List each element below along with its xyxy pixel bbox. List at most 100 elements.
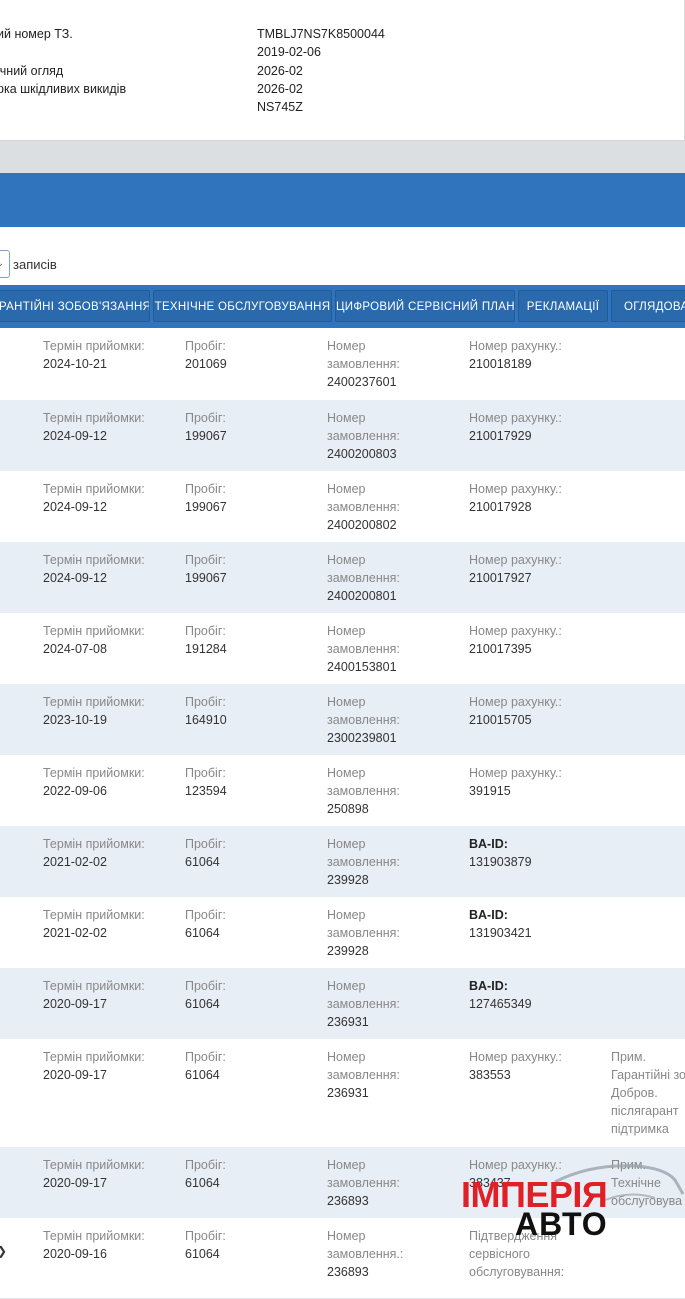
mileage-value: 61064 xyxy=(185,1068,220,1082)
acceptance-date-value: 2021-02-02 xyxy=(43,855,107,869)
order-number-value: 2400153801 xyxy=(327,660,397,674)
chevron-down-icon: ⌄ xyxy=(0,258,5,269)
table-row[interactable]: Термін прийомки: 2020-09-17 Пробіг: 61064 Но… xyxy=(0,968,685,1040)
mileage-value: 201069 xyxy=(185,357,227,371)
order-number-value: 2400237601 xyxy=(327,375,397,389)
acceptance-date-value: 2020-09-17 xyxy=(43,1068,107,1082)
order-number-label: Номер замовлення: xyxy=(327,837,400,869)
order-number-value: 236893 xyxy=(327,1194,369,1208)
table-row[interactable]: Термін прийомки: 2022-09-06 Пробіг: 123594 Н… xyxy=(0,755,685,827)
acceptance-date-value: 2024-09-12 xyxy=(43,571,107,585)
acceptance-date-value: 2020-09-17 xyxy=(43,1176,107,1190)
mileage-label: Пробіг: xyxy=(185,482,226,496)
order-number-label: Номер замовлення.: xyxy=(327,1229,404,1261)
acceptance-date-value: 2024-09-12 xyxy=(43,429,107,443)
acceptance-date-label: Термін прийомки: xyxy=(43,1050,145,1064)
mileage-value: 61064 xyxy=(185,926,220,940)
mileage-label: Пробіг: xyxy=(185,339,226,353)
table-row[interactable]: Термін прийомки: 2024-09-12 Пробіг: 199067 Н… xyxy=(0,400,685,472)
emissions-check-label: рка шкідливих викидів xyxy=(0,82,127,96)
acceptance-date-value: 2022-09-06 xyxy=(43,784,107,798)
tab-maintenance[interactable]: ТЕХНІЧНЕ ОБСЛУГОВУВАННЯ xyxy=(153,290,332,322)
invoice-number-value: 210017928 xyxy=(469,500,532,514)
order-number-label: Номер замовлення: xyxy=(327,979,400,1011)
mileage-value: 61064 xyxy=(185,1247,220,1261)
mileage-label: Пробіг: xyxy=(185,979,226,993)
mileage-value: 61064 xyxy=(185,1176,220,1190)
mileage-label: Пробіг: xyxy=(185,1050,226,1064)
inspection-label: ічний огляд xyxy=(0,64,64,78)
chevron-right-icon[interactable]: ❯ xyxy=(0,1244,7,1258)
table-row[interactable]: Термін прийомки: 2024-09-12 Пробіг: 199067 Н… xyxy=(0,542,685,614)
records-label: записів xyxy=(13,257,57,272)
mileage-label: Пробіг: xyxy=(185,1158,226,1172)
invoice-number-label: Номер рахунку.: xyxy=(469,624,562,638)
table-row[interactable]: Термін прийомки: 2024-10-21 Пробіг: 201069 Н… xyxy=(0,328,685,401)
acceptance-date-label: Термін прийомки: xyxy=(43,624,145,638)
acceptance-date-label: Термін прийомки: xyxy=(43,837,145,851)
order-number-value: 2400200801 xyxy=(327,589,397,603)
order-number-label: Номер замовлення: xyxy=(327,339,400,371)
invoice-number-label: Номер рахунку.: xyxy=(469,1050,562,1064)
tab-digital-service-plan[interactable]: ЦИФРОВИЙ СЕРВІСНИЙ ПЛАН xyxy=(335,290,515,322)
ba-id-label: BA-ID: xyxy=(469,908,508,922)
acceptance-date-label: Термін прийомки: xyxy=(43,1229,145,1243)
vin-label: ий номер ТЗ. xyxy=(0,27,73,41)
acceptance-date-value: 2021-02-02 xyxy=(43,926,107,940)
invoice-number-label: Номер рахунку.: xyxy=(469,766,562,780)
table-row[interactable]: Термін прийомки: 2023-10-19 Пробіг: 164910 Н… xyxy=(0,684,685,756)
page-size-select[interactable]: ⌄ xyxy=(0,250,10,278)
mileage-label: Пробіг: xyxy=(185,837,226,851)
tab-inspection[interactable]: ОГЛЯДОВА КАР xyxy=(611,290,685,322)
table-controls xyxy=(0,227,685,285)
order-number-value: 239928 xyxy=(327,873,369,887)
registration-date-value: 2019-02-06 xyxy=(257,45,321,59)
invoice-number-label: Номер рахунку.: xyxy=(469,695,562,709)
acceptance-date-value: 2020-09-16 xyxy=(43,1247,107,1261)
note-label: Прим. xyxy=(611,1050,646,1064)
vin-value: TMBLJ7NS7K8500044 xyxy=(257,27,385,41)
table-row[interactable]: Термін прийомки: 2024-07-08 Пробіг: 191284 Н… xyxy=(0,613,685,685)
invoice-number-value: 127465349 xyxy=(469,997,532,1011)
mileage-label: Пробіг: xyxy=(185,624,226,638)
inspection-value: 2026-02 xyxy=(257,64,303,78)
acceptance-date-label: Термін прийомки: xyxy=(43,1158,145,1172)
vehicle-info-card: ий номер ТЗ. TMBLJ7NS7K8500044 2019-02-0… xyxy=(0,0,685,141)
ba-id-label: BA-ID: xyxy=(469,979,508,993)
acceptance-date-label: Термін прийомки: xyxy=(43,695,145,709)
table-row[interactable]: Термін прийомки: 2021-02-02 Пробіг: 61064 Но… xyxy=(0,897,685,969)
table-row[interactable]: Термін прийомки: 2024-09-12 Пробіг: 199067 Н… xyxy=(0,471,685,543)
mileage-label: Пробіг: xyxy=(185,411,226,425)
emissions-check-value: 2026-02 xyxy=(257,82,303,96)
tab-warranty[interactable]: АРАНТІЙНІ ЗОБОВ'ЯЗАННЯ xyxy=(0,290,150,322)
acceptance-date-label: Термін прийомки: xyxy=(43,979,145,993)
mileage-value: 199067 xyxy=(185,429,227,443)
table-row[interactable]: Термін прийомки: 2021-02-02 Пробіг: 61064 Но… xyxy=(0,826,685,898)
order-number-label: Номер замовлення: xyxy=(327,553,400,585)
order-number-label: Номер замовлення: xyxy=(327,624,400,656)
order-number-label: Номер замовлення: xyxy=(327,411,400,443)
table-row[interactable]: Термін прийомки: 2020-09-17 Пробіг: 61064 Но… xyxy=(0,1039,685,1148)
invoice-number-label: Номер рахунку.: xyxy=(469,553,562,567)
invoice-number-value: 131903421 xyxy=(469,926,532,940)
invoice-number-label: Номер рахунку.: xyxy=(469,482,562,496)
invoice-number-value: 391915 xyxy=(469,784,511,798)
watermark-logo: ІМПЕРІЯ АВТО xyxy=(455,1160,685,1244)
mileage-value: 61064 xyxy=(185,855,220,869)
invoice-number-label: Номер рахунку.: xyxy=(469,339,562,353)
acceptance-date-label: Термін прийомки: xyxy=(43,411,145,425)
vehicle-code-value: NS745Z xyxy=(257,100,303,114)
invoice-number-value: 210018189 xyxy=(469,357,532,371)
mileage-value: 123594 xyxy=(185,784,227,798)
tab-complaints[interactable]: РЕКЛАМАЦІЇ xyxy=(518,290,608,322)
acceptance-date-value: 2024-09-12 xyxy=(43,500,107,514)
mileage-label: Пробіг: xyxy=(185,766,226,780)
order-number-value: 236893 xyxy=(327,1265,369,1279)
invoice-number-label: Номер рахунку.: xyxy=(469,411,562,425)
order-number-label: Номер замовлення: xyxy=(327,766,400,798)
order-number-label: Номер замовлення: xyxy=(327,1158,400,1190)
order-number-value: 2300239801 xyxy=(327,731,397,745)
mileage-label: Пробіг: xyxy=(185,908,226,922)
acceptance-date-value: 2020-09-17 xyxy=(43,997,107,1011)
logo-line-2: АВТО xyxy=(515,1206,608,1242)
